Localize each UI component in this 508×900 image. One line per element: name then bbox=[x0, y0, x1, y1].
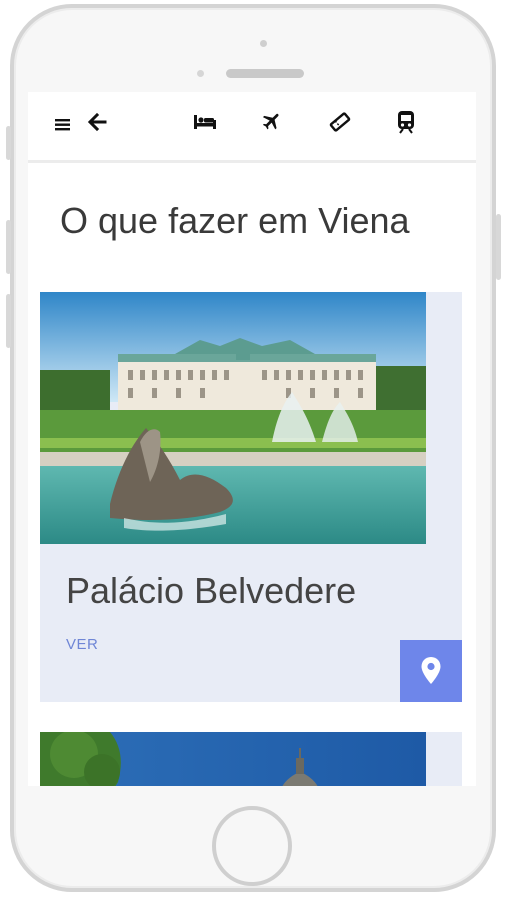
top-toolbar bbox=[28, 92, 476, 163]
page-title: O que fazer em Viena bbox=[60, 200, 410, 241]
attraction-card[interactable]: Palácio Belvedere VER bbox=[40, 292, 462, 702]
bed-icon[interactable] bbox=[192, 111, 218, 133]
attraction-card[interactable] bbox=[40, 732, 462, 786]
train-icon[interactable] bbox=[395, 110, 417, 134]
volume-down-button bbox=[6, 220, 11, 274]
proximity-sensor bbox=[197, 70, 204, 77]
card-title: Palácio Belvedere bbox=[66, 570, 357, 611]
volume-up-button bbox=[6, 126, 11, 160]
view-link[interactable]: VER bbox=[66, 636, 98, 653]
menu-icon[interactable] bbox=[54, 116, 72, 132]
back-arrow-icon[interactable] bbox=[86, 111, 108, 133]
app-screen: O que fazer em Viena Palácio Belvedere V… bbox=[28, 92, 476, 786]
earpiece-speaker bbox=[226, 69, 304, 78]
map-button[interactable] bbox=[400, 640, 462, 702]
belvedere-palace-photo bbox=[40, 292, 426, 544]
ticket-icon[interactable] bbox=[328, 110, 352, 134]
front-camera bbox=[260, 40, 267, 47]
mute-switch bbox=[6, 294, 11, 348]
home-button[interactable] bbox=[212, 806, 292, 886]
vienna-dome-photo bbox=[40, 732, 426, 786]
power-button bbox=[496, 214, 501, 280]
map-pin-icon bbox=[420, 656, 442, 686]
airplane-icon[interactable] bbox=[261, 110, 283, 132]
